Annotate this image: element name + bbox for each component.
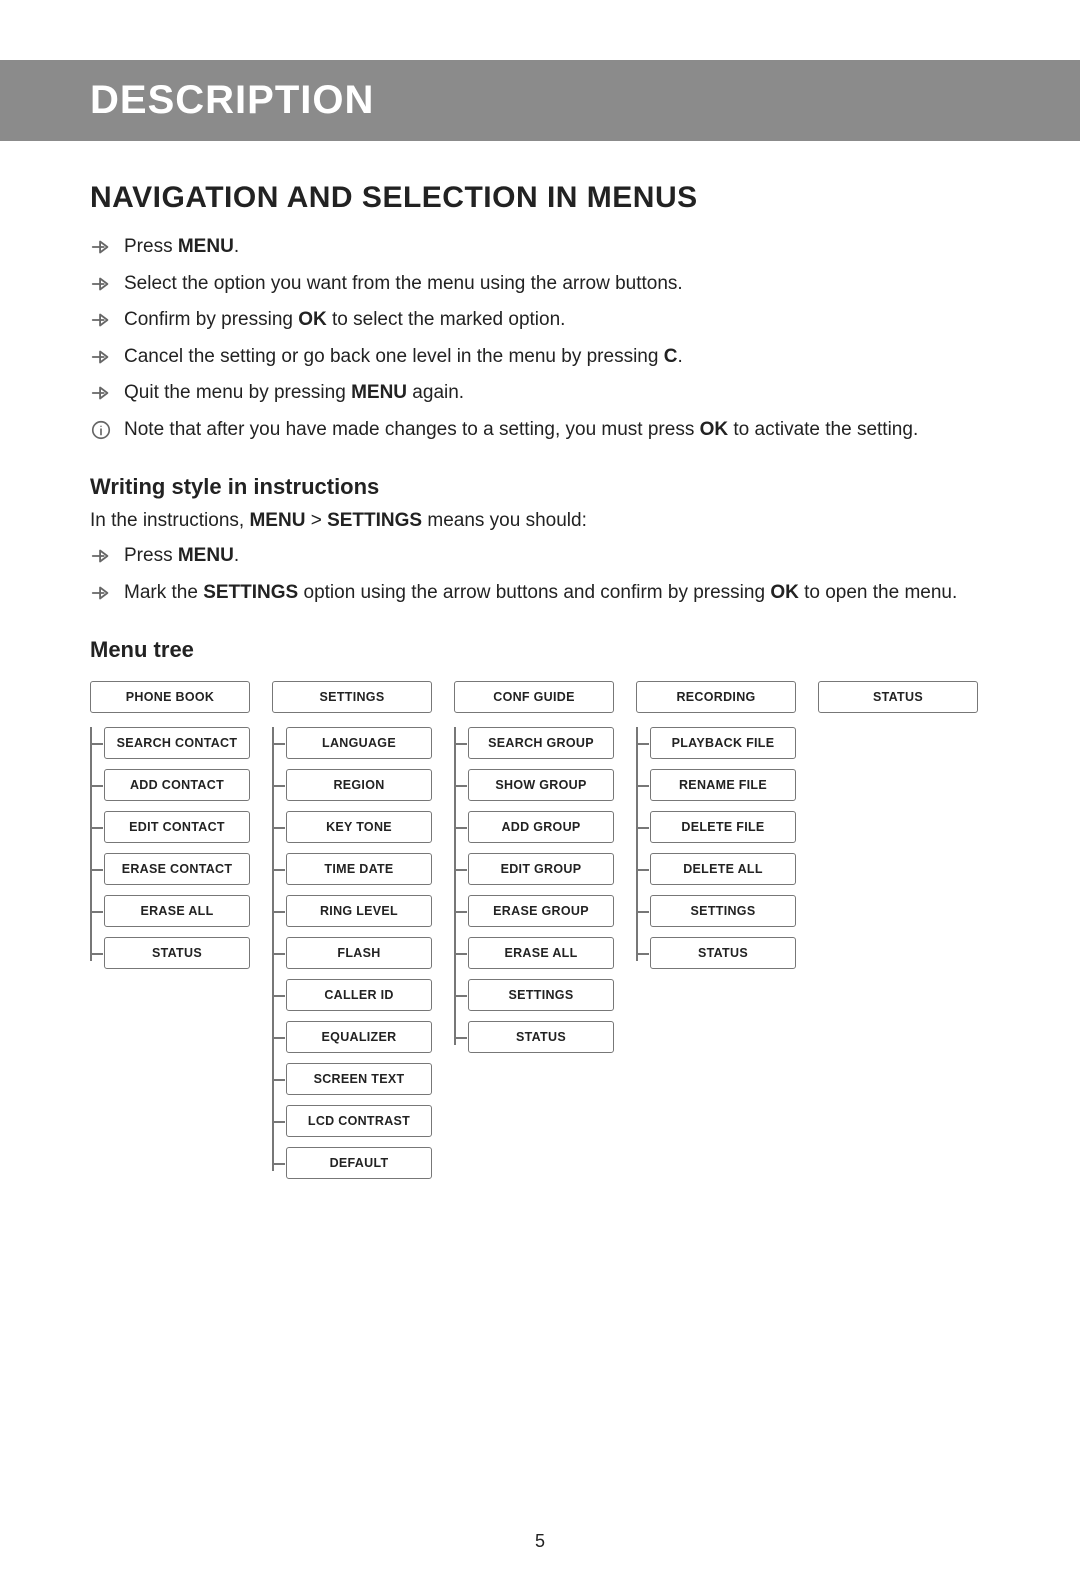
- menu-tree-item: PLAYBACK FILE: [650, 727, 796, 759]
- steps-list-2: Press MENU. Mark the SETTINGS option usin…: [90, 542, 990, 607]
- arrow-right-icon: [90, 273, 112, 295]
- menu-tree-branch: SEARCH CONTACT ADD CONTACT EDIT CONTACT ERA…: [90, 727, 250, 979]
- info-icon: [90, 419, 112, 441]
- menu-tree: PHONE BOOK SEARCH CONTACT ADD CONTACT EDIT …: [90, 681, 990, 1189]
- step-item: Press MENU.: [90, 233, 990, 262]
- step-item: Select the option you want from the menu…: [90, 270, 990, 299]
- arrow-right-icon: [90, 346, 112, 368]
- menu-tree-item: STATUS: [650, 937, 796, 969]
- intro-bold1: MENU: [249, 510, 305, 531]
- intro-pre: In the instructions,: [90, 510, 249, 531]
- section-heading: NAVIGATION AND SELECTION IN MENUS: [90, 181, 990, 215]
- menu-tree-root: SETTINGS: [272, 681, 432, 713]
- menu-tree-item: RENAME FILE: [650, 769, 796, 801]
- arrow-right-icon: [90, 382, 112, 404]
- menu-tree-branch: SEARCH GROUP SHOW GROUP ADD GROUP EDIT GROU…: [454, 727, 614, 1063]
- menu-tree-root: STATUS: [818, 681, 978, 713]
- menu-tree-item: LCD CONTRAST: [286, 1105, 432, 1137]
- step-item: Cancel the setting or go back one level …: [90, 343, 990, 372]
- arrow-right-icon: [90, 545, 112, 567]
- menu-tree-column: CONF GUIDE SEARCH GROUP SHOW GROUP ADD GROU…: [454, 681, 614, 1189]
- page: DESCRIPTION NAVIGATION AND SELECTION IN …: [0, 60, 1080, 1592]
- menu-tree-item: ERASE ALL: [468, 937, 614, 969]
- step-text: Press MENU.: [124, 542, 990, 571]
- menu-tree-branch: LANGUAGE REGION KEY TONE TIME DATE RING LEVE…: [272, 727, 432, 1189]
- step-text: Note that after you have made changes to…: [124, 416, 990, 445]
- steps-list-1: Press MENU. Select the option you want fr…: [90, 233, 990, 444]
- menu-tree-column: STATUS: [818, 681, 978, 1189]
- arrow-right-icon: [90, 236, 112, 258]
- menu-tree-item: STATUS: [468, 1021, 614, 1053]
- menu-tree-root: PHONE BOOK: [90, 681, 250, 713]
- menu-tree-item: STATUS: [104, 937, 250, 969]
- intro-bold2: SETTINGS: [327, 510, 422, 531]
- menu-tree-item: DEFAULT: [286, 1147, 432, 1179]
- step-text: Quit the menu by pressing MENU again.: [124, 379, 990, 408]
- menu-tree-column: RECORDING PLAYBACK FILE RENAME FILE DELETE …: [636, 681, 796, 1189]
- step-text: Press MENU.: [124, 233, 990, 262]
- page-number: 5: [0, 1531, 1080, 1552]
- menu-tree-item: EQUALIZER: [286, 1021, 432, 1053]
- menu-tree-item: LANGUAGE: [286, 727, 432, 759]
- menu-tree-item: FLASH: [286, 937, 432, 969]
- menu-tree-item: SEARCH CONTACT: [104, 727, 250, 759]
- step-item: Mark the SETTINGS option using the arrow…: [90, 579, 990, 608]
- step-item: Note that after you have made changes to…: [90, 416, 990, 445]
- menu-tree-item: EDIT CONTACT: [104, 811, 250, 843]
- menu-tree-item: ERASE CONTACT: [104, 853, 250, 885]
- subsection-writing-style: Writing style in instructions: [90, 474, 990, 500]
- menu-tree-item: SETTINGS: [650, 895, 796, 927]
- menu-tree-item: REGION: [286, 769, 432, 801]
- subsection-menu-tree: Menu tree: [90, 637, 990, 663]
- step-text: Mark the SETTINGS option using the arrow…: [124, 579, 990, 608]
- menu-tree-item: ERASE ALL: [104, 895, 250, 927]
- arrow-right-icon: [90, 582, 112, 604]
- menu-tree-item: TIME DATE: [286, 853, 432, 885]
- banner-title: DESCRIPTION: [0, 60, 1080, 141]
- intro-post: means you should:: [422, 510, 587, 531]
- menu-tree-item: CALLER ID: [286, 979, 432, 1011]
- menu-tree-item: SETTINGS: [468, 979, 614, 1011]
- step-item: Quit the menu by pressing MENU again.: [90, 379, 990, 408]
- menu-tree-item: ADD CONTACT: [104, 769, 250, 801]
- step-text: Confirm by pressing OK to select the mar…: [124, 306, 990, 335]
- menu-tree-branch: PLAYBACK FILE RENAME FILE DELETE FILE DELET…: [636, 727, 796, 979]
- step-item: Confirm by pressing OK to select the mar…: [90, 306, 990, 335]
- arrow-right-icon: [90, 309, 112, 331]
- menu-tree-item: SCREEN TEXT: [286, 1063, 432, 1095]
- menu-tree-item: EDIT GROUP: [468, 853, 614, 885]
- menu-tree-column: PHONE BOOK SEARCH CONTACT ADD CONTACT EDIT …: [90, 681, 250, 1189]
- step-text: Select the option you want from the menu…: [124, 270, 990, 299]
- menu-tree-item: ERASE GROUP: [468, 895, 614, 927]
- intro-mid: >: [305, 510, 327, 531]
- menu-tree-root: RECORDING: [636, 681, 796, 713]
- menu-tree-item: ADD GROUP: [468, 811, 614, 843]
- menu-tree-item: DELETE ALL: [650, 853, 796, 885]
- menu-tree-column: SETTINGS LANGUAGE REGION KEY TONE TIME DATE R…: [272, 681, 432, 1189]
- menu-tree-item: KEY TONE: [286, 811, 432, 843]
- menu-tree-item: SHOW GROUP: [468, 769, 614, 801]
- menu-tree-item: RING LEVEL: [286, 895, 432, 927]
- menu-tree-item: DELETE FILE: [650, 811, 796, 843]
- menu-tree-root: CONF GUIDE: [454, 681, 614, 713]
- writing-style-intro: In the instructions, MENU > SETTINGS mea…: [90, 510, 990, 532]
- menu-tree-item: SEARCH GROUP: [468, 727, 614, 759]
- step-text: Cancel the setting or go back one level …: [124, 343, 990, 372]
- step-item: Press MENU.: [90, 542, 990, 571]
- content-area: NAVIGATION AND SELECTION IN MENUS Press …: [0, 141, 1080, 1189]
